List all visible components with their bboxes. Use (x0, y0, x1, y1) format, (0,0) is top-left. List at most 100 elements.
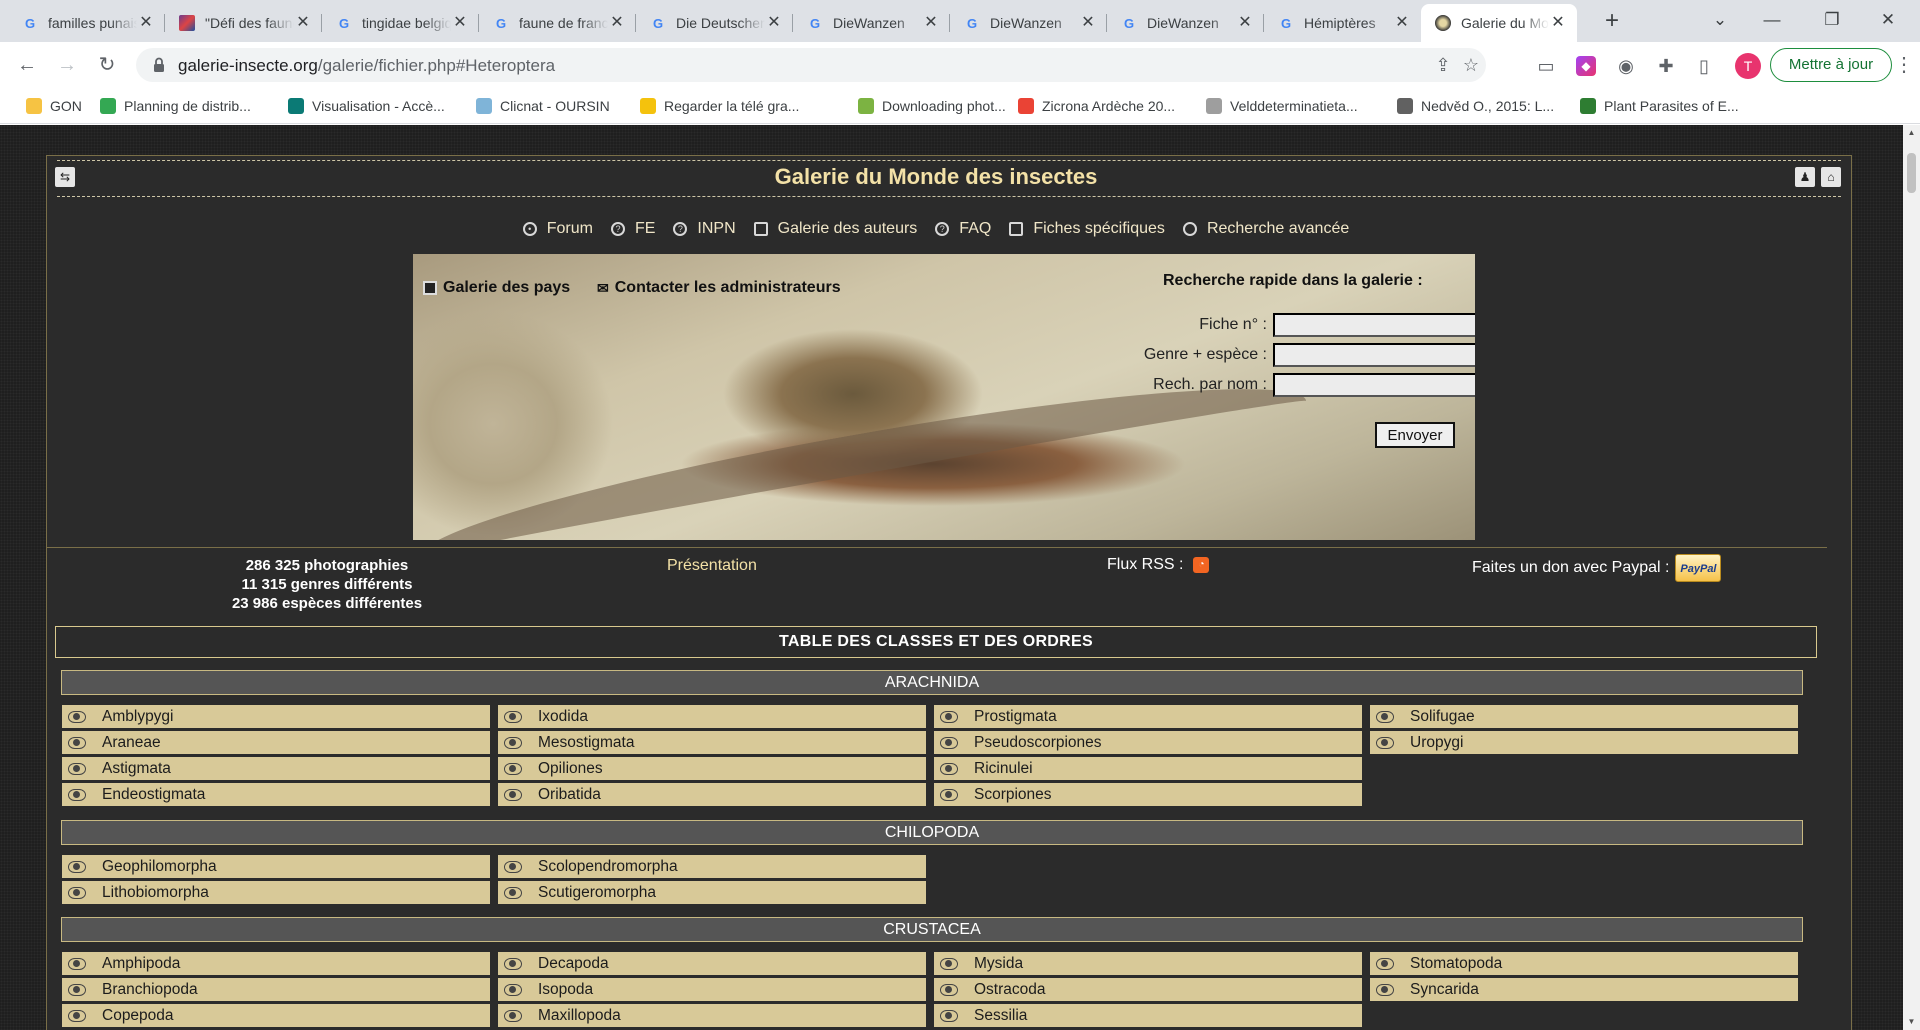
browser-tab[interactable]: Gfamilles punaises✕ (8, 4, 165, 42)
home-icon[interactable]: ⌂ (1821, 167, 1841, 187)
browser-menu-icon[interactable]: ⋮ (1894, 52, 1914, 78)
paypal-button[interactable]: PayPal (1675, 554, 1722, 582)
bookmark-item[interactable]: Zicrona Ardèche 20... (1018, 96, 1175, 116)
bookmark-item[interactable]: Velddeterminatieta... (1206, 96, 1358, 116)
tab-close-icon[interactable]: ✕ (1393, 14, 1411, 32)
tab-close-icon[interactable]: ✕ (1236, 14, 1254, 32)
order-item[interactable]: Solifugae (1369, 704, 1799, 729)
nav-link[interactable]: Fiches spécifiques (1009, 220, 1165, 238)
file-number-input[interactable] (1273, 313, 1475, 337)
order-item[interactable]: Geophilomorpha (61, 854, 491, 879)
order-item[interactable]: Ixodida (497, 704, 927, 729)
genus-species-input[interactable] (1273, 343, 1475, 367)
share-icon[interactable]: ⇪ (1432, 54, 1454, 76)
order-item[interactable]: Stomatopoda (1369, 951, 1799, 976)
order-item[interactable]: Araneae (61, 730, 491, 755)
order-item[interactable]: Uropygi (1369, 730, 1799, 755)
page-scrollbar[interactable]: ▲ ▼ (1903, 125, 1920, 1030)
order-item[interactable]: Amphipoda (61, 951, 491, 976)
bookmark-item[interactable]: Nedvěd O., 2015: L... (1397, 96, 1554, 116)
bookmark-item[interactable]: Plant Parasites of E... (1580, 96, 1739, 116)
maximize-button[interactable]: ❐ (1812, 6, 1852, 36)
order-item[interactable]: Sessilia (933, 1003, 1363, 1028)
scroll-down-arrow[interactable]: ▼ (1903, 1014, 1920, 1030)
browser-tab[interactable]: Gfaune de france ✕ (479, 4, 636, 42)
order-item[interactable]: Oribatida (497, 782, 927, 807)
camera-icon[interactable]: ◉ (1614, 54, 1638, 78)
browser-tab[interactable]: "Défi des faunes"✕ (165, 4, 322, 42)
bookmark-item[interactable]: Visualisation - Accè... (288, 96, 445, 116)
browser-tab[interactable]: G DieWanzen ✕ (793, 4, 950, 42)
tab-close-icon[interactable]: ✕ (1549, 14, 1567, 32)
minimize-button[interactable]: — (1752, 6, 1792, 36)
tab-close-icon[interactable]: ✕ (608, 14, 626, 32)
rss-icon[interactable]: ◔ (1193, 557, 1210, 573)
order-item[interactable]: Lithobiomorpha (61, 880, 491, 905)
forward-button[interactable]: → (52, 50, 82, 80)
order-item[interactable]: Amblypygi (61, 704, 491, 729)
browser-tab[interactable]: G Die Deutschen ✕ (636, 4, 793, 42)
reader-icon[interactable]: ▭ (1534, 54, 1558, 78)
tab-close-icon[interactable]: ✕ (294, 14, 312, 32)
name-search-input[interactable] (1273, 373, 1475, 397)
tab-close-icon[interactable]: ✕ (1079, 14, 1097, 32)
countries-gallery-link[interactable]: Galerie des pays (423, 279, 570, 297)
order-item[interactable]: Scutigeromorpha (497, 880, 927, 905)
new-tab-button[interactable]: + (1598, 8, 1626, 36)
account-icon[interactable]: ♟ (1795, 167, 1815, 187)
order-item[interactable]: Mysida (933, 951, 1363, 976)
update-button[interactable]: Mettre à jour (1770, 48, 1892, 82)
class-header[interactable]: CRUSTACEA (61, 917, 1803, 942)
order-item[interactable]: Opiliones (497, 756, 927, 781)
address-bar[interactable]: galerie-insecte.org/galerie/fichier.php#… (136, 48, 1486, 82)
tab-close-icon[interactable]: ✕ (765, 14, 783, 32)
nav-link[interactable]: Recherche avancée (1182, 220, 1349, 238)
extensions-puzzle-icon[interactable]: ✚ (1654, 54, 1678, 78)
tab-search-icon[interactable]: ⌄ (1700, 6, 1740, 36)
side-panel-icon[interactable]: ▯ (1692, 54, 1716, 78)
class-header[interactable]: CHILOPODA (61, 820, 1803, 845)
browser-tab[interactable]: G Hémiptères ✕ (1264, 4, 1421, 42)
order-item[interactable]: Ostracoda (933, 977, 1363, 1002)
reload-button[interactable]: ↻ (92, 50, 122, 80)
order-item[interactable]: Branchiopoda (61, 977, 491, 1002)
bookmark-item[interactable]: Regarder la télé gra... (640, 96, 799, 116)
browser-tab[interactable]: G DieWanzen ✕ (1107, 4, 1264, 42)
tab-close-icon[interactable]: ✕ (137, 14, 155, 32)
class-header[interactable]: ARACHNIDA (61, 670, 1803, 695)
order-item[interactable]: Prostigmata (933, 704, 1363, 729)
order-item[interactable]: Pseudoscorpiones (933, 730, 1363, 755)
bookmark-item[interactable]: Downloading phot... (858, 96, 1006, 116)
presentation-link[interactable]: Présentation (667, 557, 757, 575)
bookmark-item[interactable]: Clicnat - OURSIN (476, 96, 610, 116)
bookmark-star-icon[interactable]: ☆ (1460, 54, 1482, 76)
scroll-up-arrow[interactable]: ▲ (1903, 125, 1920, 141)
nav-link[interactable]: ? FAQ (935, 220, 991, 238)
nav-link[interactable]: Galerie des auteurs (753, 220, 917, 238)
contact-admins-link[interactable]: ✉ Contacter les administrateurs (597, 279, 841, 297)
order-item[interactable]: Copepoda (61, 1003, 491, 1028)
tab-close-icon[interactable]: ✕ (451, 14, 469, 32)
order-item[interactable]: Syncarida (1369, 977, 1799, 1002)
tab-close-icon[interactable]: ✕ (922, 14, 940, 32)
nav-link[interactable]: ? FE (610, 220, 655, 238)
scrollbar-thumb[interactable] (1907, 153, 1916, 193)
close-window-button[interactable]: ✕ (1868, 6, 1908, 36)
browser-tab[interactable]: G DieWanzen ✕ (950, 4, 1107, 42)
order-item[interactable]: Astigmata (61, 756, 491, 781)
order-item[interactable]: Ricinulei (933, 756, 1363, 781)
back-button[interactable]: ← (12, 50, 42, 80)
browser-tab[interactable]: Gtingidae belgique✕ (322, 4, 479, 42)
order-item[interactable]: Scorpiones (933, 782, 1363, 807)
order-item[interactable]: Mesostigmata (497, 730, 927, 755)
order-item[interactable]: Scolopendromorpha (497, 854, 927, 879)
browser-tab[interactable]: Galerie du Monde✕ (1421, 4, 1577, 42)
profile-avatar[interactable]: T (1735, 53, 1761, 79)
send-button[interactable]: Envoyer (1375, 422, 1455, 448)
order-item[interactable]: Endeostigmata (61, 782, 491, 807)
bookmark-item[interactable]: GON (26, 96, 82, 116)
bookmark-item[interactable]: Planning de distrib... (100, 96, 251, 116)
order-item[interactable]: Decapoda (497, 951, 927, 976)
order-item[interactable]: Isopoda (497, 977, 927, 1002)
nav-link[interactable]: • Forum (522, 220, 593, 238)
